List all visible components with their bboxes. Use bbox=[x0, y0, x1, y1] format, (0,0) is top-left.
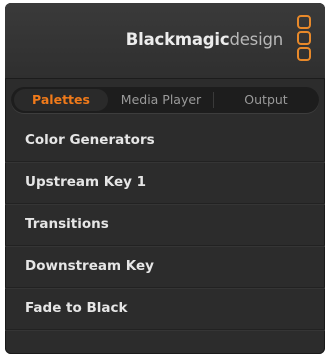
brand-name-part1: Blackmagic bbox=[125, 30, 230, 49]
palette-item-label: Upstream Key 1 bbox=[25, 174, 147, 190]
palette-item-label: Downstream Key bbox=[25, 258, 154, 274]
blackmagic-logo-icon bbox=[297, 15, 311, 61]
palette-item-fade-to-black[interactable]: Fade to Black bbox=[5, 288, 325, 330]
tab-palettes[interactable]: Palettes bbox=[14, 89, 108, 111]
tab-bar: Palettes Media Player Output bbox=[11, 87, 319, 113]
brand-wordmark: Blackmagicdesign bbox=[126, 30, 283, 49]
control-panel: Blackmagicdesign Palettes Media Player O… bbox=[5, 3, 325, 354]
tab-media-player[interactable]: Media Player bbox=[111, 89, 211, 111]
brand-name-part2: design bbox=[229, 30, 283, 49]
palette-item-transitions[interactable]: Transitions bbox=[5, 204, 325, 246]
palette-item-label: Transitions bbox=[25, 216, 109, 232]
palette-item-label: Color Generators bbox=[25, 132, 155, 148]
palette-item-downstream-key[interactable]: Downstream Key bbox=[5, 246, 325, 288]
header: Blackmagicdesign bbox=[5, 3, 325, 79]
palette-item-color-generators[interactable]: Color Generators bbox=[5, 120, 325, 162]
tab-output[interactable]: Output bbox=[216, 89, 316, 111]
palette-item-upstream-key-1[interactable]: Upstream Key 1 bbox=[5, 162, 325, 204]
palette-item-label: Fade to Black bbox=[25, 300, 128, 316]
palette-list: Color Generators Upstream Key 1 Transiti… bbox=[5, 120, 325, 330]
tab-divider bbox=[213, 92, 214, 108]
